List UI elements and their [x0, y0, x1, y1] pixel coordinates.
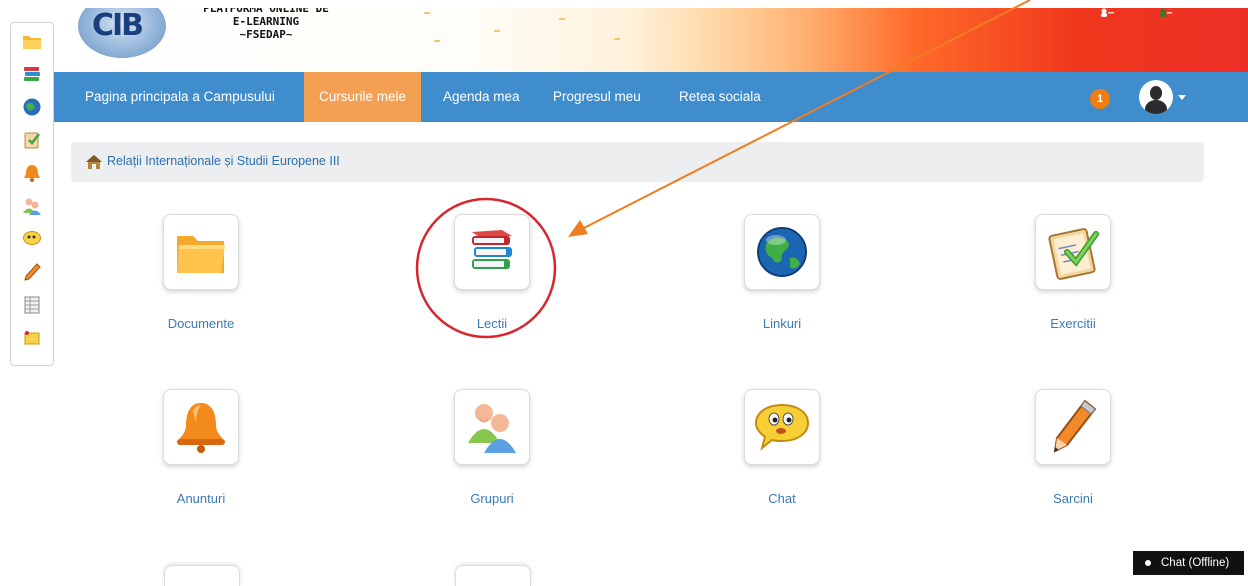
sidebar-item-links[interactable] — [15, 92, 49, 122]
tool-groups[interactable]: Grupuri — [422, 389, 562, 506]
banner-people-icon — [1160, 8, 1172, 17]
bell-icon — [24, 165, 40, 182]
brand-title: PLATFORMA ONLINE DE E-LEARNING ~FSEDAP~ — [176, 2, 356, 41]
note-icon — [24, 331, 40, 345]
logo-text: CIB — [92, 8, 144, 43]
bell-icon — [177, 403, 225, 453]
sidebar-item-lessons[interactable] — [15, 59, 49, 89]
books-icon — [24, 67, 40, 81]
breadcrumb-course-link[interactable]: Relații Internaționale și Studii Europen… — [107, 154, 340, 168]
tool-tasks-button[interactable] — [1035, 389, 1111, 465]
user-avatar-icon[interactable] — [1139, 80, 1173, 114]
arrow-head-icon — [568, 220, 588, 237]
tool-lessons-button[interactable] — [454, 214, 530, 290]
pencil-icon — [24, 263, 41, 281]
group-icon — [468, 404, 516, 453]
tool-tasks[interactable]: Sarcini — [1003, 389, 1143, 506]
pencil-icon — [1053, 399, 1097, 453]
tool-links-button[interactable] — [744, 214, 820, 290]
tool-chat-button[interactable] — [744, 389, 820, 465]
folder-icon — [23, 36, 41, 49]
checklist-icon — [1048, 228, 1099, 280]
tool-links-label[interactable]: Linkuri — [712, 316, 852, 331]
tool-sidebar — [10, 22, 54, 366]
tool-documents-label[interactable]: Documente — [131, 316, 271, 331]
sidebar-item-tasks[interactable] — [15, 257, 49, 287]
chat-bubble-icon — [23, 231, 41, 245]
tool-partial-1[interactable] — [164, 565, 240, 586]
tool-links[interactable]: Linkuri — [712, 214, 852, 331]
brand-line-3: ~FSEDAP~ — [239, 28, 293, 41]
banner-decoration — [434, 40, 440, 42]
tool-announcements[interactable]: Anunturi — [131, 389, 271, 506]
tool-documents[interactable]: Documente — [131, 214, 271, 331]
nav-my-agenda[interactable]: Agenda mea — [443, 72, 520, 122]
globe-icon — [23, 98, 41, 116]
brand-line-1: PLATFORMA ONLINE DE — [203, 2, 329, 15]
chevron-down-icon[interactable] — [1178, 95, 1186, 100]
checklist-icon — [24, 132, 40, 149]
sidebar-item-chat[interactable] — [15, 224, 49, 254]
sidebar-item-documents[interactable] — [15, 26, 49, 56]
tool-chat[interactable]: Chat — [712, 389, 852, 506]
breadcrumb: Relații Internaționale și Studii Europen… — [71, 142, 1204, 182]
tool-lessons-label[interactable]: Lectii — [422, 316, 562, 331]
nav-campus-home[interactable]: Pagina principala a Campusului — [85, 72, 275, 122]
notification-badge[interactable]: 1 — [1090, 89, 1110, 109]
globe-icon — [757, 227, 807, 277]
sidebar-item-announcements[interactable] — [15, 158, 49, 188]
banner-decoration — [614, 38, 620, 40]
tool-partial-2[interactable] — [455, 565, 531, 586]
status-dot-icon — [1145, 560, 1151, 566]
home-icon[interactable] — [85, 154, 103, 170]
chat-widget[interactable]: Chat (Offline) — [1133, 551, 1244, 575]
chat-status-label: Chat (Offline) — [1161, 557, 1230, 569]
banner-decoration — [494, 30, 500, 32]
header-banner: CIB PLATFORMA ONLINE DE E-LEARNING ~FSED… — [54, 0, 1248, 72]
spreadsheet-icon — [24, 296, 40, 314]
books-icon — [472, 230, 512, 269]
banner-decoration — [559, 18, 565, 20]
tool-exercises[interactable]: Exercitii — [1003, 214, 1143, 331]
tool-exercises-label[interactable]: Exercitii — [1003, 316, 1143, 331]
tool-chat-label[interactable]: Chat — [712, 491, 852, 506]
tool-groups-label[interactable]: Grupuri — [422, 491, 562, 506]
nav-social-network[interactable]: Retea sociala — [679, 72, 761, 122]
tool-documents-button[interactable] — [163, 214, 239, 290]
sidebar-item-notes[interactable] — [15, 323, 49, 353]
tool-announcements-label[interactable]: Anunturi — [131, 491, 271, 506]
tool-groups-button[interactable] — [454, 389, 530, 465]
tool-announcements-button[interactable] — [163, 389, 239, 465]
tool-tasks-label[interactable]: Sarcini — [1003, 491, 1143, 506]
sidebar-item-exercises[interactable] — [15, 125, 49, 155]
group-icon — [23, 198, 41, 215]
sidebar-item-gradebook[interactable] — [15, 290, 49, 320]
main-navbar: Pagina principala a Campusului Cursurile… — [54, 72, 1248, 122]
tool-exercises-button[interactable] — [1035, 214, 1111, 290]
sidebar-item-groups[interactable] — [15, 191, 49, 221]
logo[interactable]: CIB — [78, 0, 166, 58]
banner-user-icon — [1101, 8, 1114, 17]
brand-line-2: E-LEARNING — [232, 15, 300, 28]
chat-bubble-icon — [754, 403, 810, 451]
folder-icon — [177, 236, 225, 273]
nav-my-courses[interactable]: Cursurile mele — [304, 72, 422, 122]
tool-lessons[interactable]: Lectii — [422, 214, 562, 331]
banner-decoration — [424, 12, 430, 14]
nav-my-progress[interactable]: Progresul meu — [553, 72, 641, 122]
